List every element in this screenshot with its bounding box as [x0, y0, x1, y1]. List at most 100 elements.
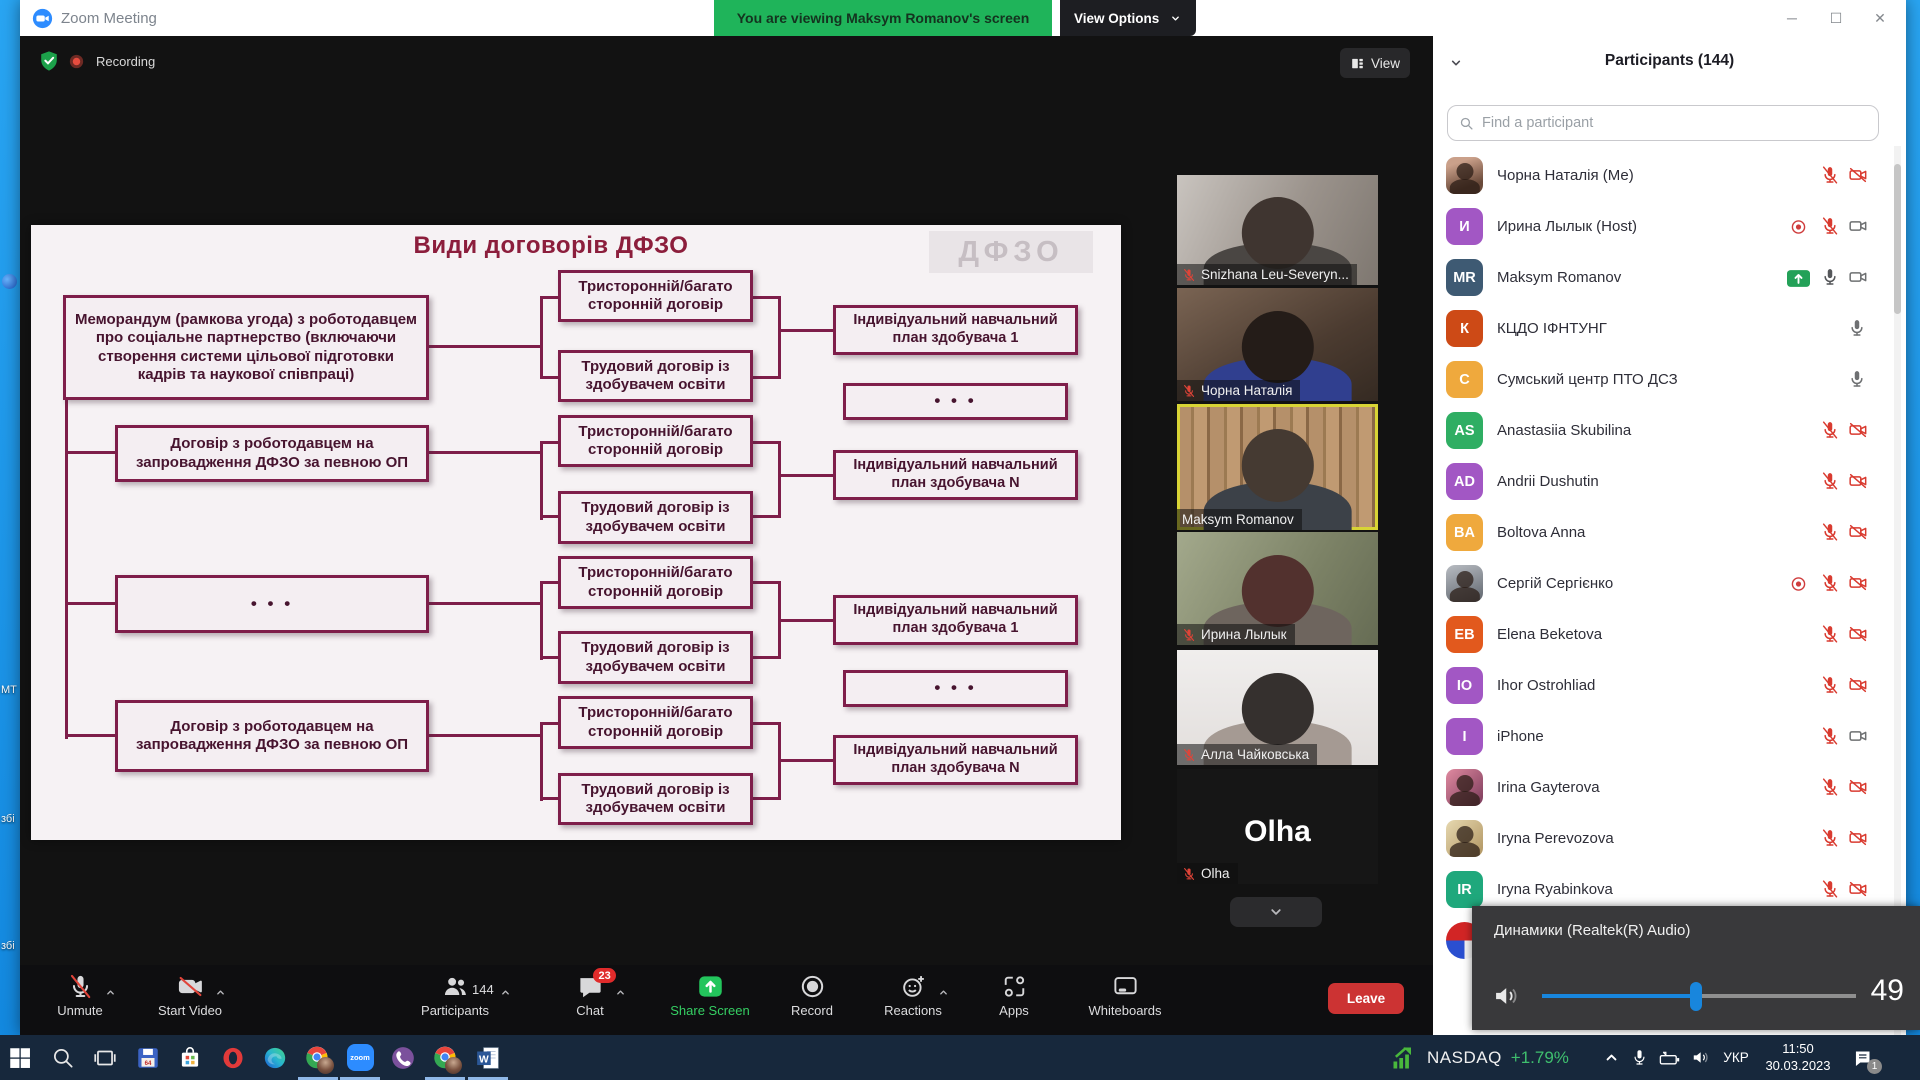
panel-scrollbar-thumb[interactable] [1894, 164, 1901, 314]
language-indicator[interactable]: УКР [1716, 1035, 1756, 1080]
taskbar-app-64-icon[interactable]: 64 [132, 1042, 163, 1073]
chevron-up-icon[interactable] [614, 986, 627, 999]
muted-mic-icon [1820, 624, 1840, 644]
diagram-box-M3: Тристоронній/багато сторонній договір [558, 415, 753, 467]
maximize-button[interactable]: ☐ [1814, 0, 1858, 36]
participant-row[interactable]: ADAndrii Dushutin [1433, 456, 1906, 507]
video-tile-4[interactable]: Ирина Лылык [1177, 532, 1378, 645]
browser-profile-avatar [445, 1057, 462, 1074]
search-icon [1458, 115, 1475, 132]
tray-microphone-icon[interactable] [1626, 1035, 1652, 1080]
leave-button[interactable]: Leave [1328, 983, 1404, 1014]
taskbar-word-icon[interactable]: W [472, 1042, 503, 1073]
connector-line [753, 515, 778, 518]
video-tile-5[interactable]: Алла Чайковська [1177, 650, 1378, 765]
taskbar-windows-start-icon[interactable] [5, 1042, 36, 1073]
video-off-icon [1848, 624, 1868, 644]
participant-row[interactable]: EBElena Beketova [1433, 609, 1906, 660]
taskbar-ms-store-icon[interactable] [175, 1042, 206, 1073]
diagram-box-M4: Трудовий договір із здобувачем освіти [558, 491, 753, 544]
browser-profile-avatar [317, 1057, 334, 1074]
taskbar-chrome-icon[interactable] [302, 1042, 333, 1073]
participant-row[interactable]: Сергій Сергієнко [1433, 558, 1906, 609]
mic-on-icon [1820, 267, 1840, 287]
tray-speaker-icon[interactable] [1686, 1035, 1714, 1080]
toolbar-start-video-button[interactable]: Start Video [125, 973, 255, 1018]
video-tile-6[interactable]: OlhaOlha [1177, 769, 1378, 884]
taskbar-edge-icon[interactable] [260, 1042, 291, 1073]
muted-mic-icon [1182, 268, 1196, 282]
notification-count: 1 [1867, 1059, 1882, 1074]
participant-row[interactable]: Irina Gayterova [1433, 762, 1906, 813]
view-options-button[interactable]: View Options [1060, 0, 1196, 36]
participant-row[interactable]: IOIhor Ostrohliad [1433, 660, 1906, 711]
volume-slider-thumb[interactable] [1690, 982, 1702, 1011]
view-layout-button[interactable]: View [1340, 48, 1410, 78]
close-button[interactable]: ✕ [1858, 0, 1902, 36]
connector-line [65, 602, 117, 605]
speaker-icon[interactable] [1492, 982, 1520, 1010]
taskbar-opera-icon[interactable] [217, 1042, 248, 1073]
avatar: IR [1446, 871, 1483, 908]
action-center-icon[interactable]: 1 [1844, 1035, 1880, 1080]
participant-row[interactable]: ИИрина Лылык (Host) [1433, 201, 1906, 252]
chevron-up-icon[interactable] [214, 986, 227, 999]
avatar: И [1446, 208, 1483, 245]
muted-mic-icon [1182, 628, 1196, 642]
collapse-thumbnails-button[interactable] [1230, 897, 1322, 927]
participant-row[interactable]: BABoltova Anna [1433, 507, 1906, 558]
muted-mic-icon [1182, 748, 1196, 762]
stock-change: +1.79% [1511, 1048, 1569, 1068]
taskbar-chrome-profile-icon[interactable] [430, 1042, 461, 1073]
taskbar-zoom-icon[interactable]: zoom [345, 1042, 376, 1073]
mic-icon [1847, 369, 1867, 389]
taskbar-viber-icon[interactable] [387, 1042, 418, 1073]
taskbar-task-view-icon[interactable] [90, 1042, 121, 1073]
toolbar-whiteboards-button[interactable]: Whiteboards [1060, 973, 1190, 1018]
participant-row[interactable]: IiPhone [1433, 711, 1906, 762]
tile-name-label: Snizhana Leu-Severyn... [1177, 264, 1357, 285]
tray-battery-icon[interactable] [1654, 1035, 1684, 1080]
chevron-down-icon [1169, 12, 1182, 25]
minimize-button[interactable]: ─ [1770, 0, 1814, 36]
participant-row[interactable]: CСумський центр ПТО ДСЗ [1433, 354, 1906, 405]
tile-name-label: Ирина Лылык [1177, 624, 1295, 645]
avatar [1446, 820, 1483, 857]
chevron-up-icon[interactable] [104, 986, 117, 999]
participant-row[interactable]: MRMaksym Romanov [1433, 252, 1906, 303]
participant-row[interactable]: ASAnastasiia Skubilina [1433, 405, 1906, 456]
video-off-icon [1848, 777, 1868, 797]
taskbar-clock[interactable]: 11:50 30.03.2023 [1758, 1035, 1838, 1080]
participant-search-box [1447, 105, 1879, 141]
video-tile-1[interactable]: Snizhana Leu-Severyn... [1177, 175, 1378, 285]
taskbar-search-icon[interactable] [47, 1042, 78, 1073]
search-input[interactable] [1482, 115, 1868, 131]
video-tile-2[interactable]: Чорна Наталія [1177, 288, 1378, 401]
participant-name: Сергій Сергієнко [1497, 558, 1613, 609]
diagram-box-R4: Індивідуальний навчальний план здобувача… [833, 595, 1078, 645]
diagram-box-R2: • • • [843, 383, 1068, 420]
diagram-box-L1: Меморандум (рамкова угода) з роботодавце… [63, 295, 429, 400]
window-controls: ─ ☐ ✕ [1770, 0, 1902, 36]
muted-mic-icon [1820, 420, 1840, 440]
participant-row[interactable]: Чорна Наталія (Ме) [1433, 150, 1906, 201]
tile-name: Ирина Лылык [1201, 627, 1287, 642]
window-title: Zoom Meeting [61, 10, 157, 27]
toolbar-label: Participants [421, 1003, 489, 1018]
video-on-icon [1848, 216, 1868, 236]
chevron-up-icon[interactable] [499, 986, 512, 999]
audio-device-label: Динамики (Realtek(R) Audio) [1494, 922, 1690, 939]
video-off-icon [1848, 828, 1868, 848]
toolbar-participants-button[interactable]: Participants144 [390, 973, 520, 1018]
participant-row[interactable]: Iryna Perevozova [1433, 813, 1906, 864]
connector-line [540, 656, 558, 659]
participant-name: Iryna Perevozova [1497, 813, 1614, 864]
mic-icon [1847, 318, 1867, 338]
video-tile-3[interactable]: Maksym Romanov [1177, 404, 1378, 530]
windows-taskbar: 64 zoom W NASDAQ +1.79% УКР 11:50 30.03.20… [0, 1035, 1920, 1080]
stock-widget[interactable]: NASDAQ +1.79% [1390, 1035, 1569, 1080]
tray-chevron-up-icon[interactable] [1598, 1035, 1624, 1080]
participant-name: Elena Beketova [1497, 609, 1602, 660]
participant-row[interactable]: ККЦДО ІФНТУНГ [1433, 303, 1906, 354]
toolbar-chat-button[interactable]: Chat23 [525, 973, 655, 1018]
